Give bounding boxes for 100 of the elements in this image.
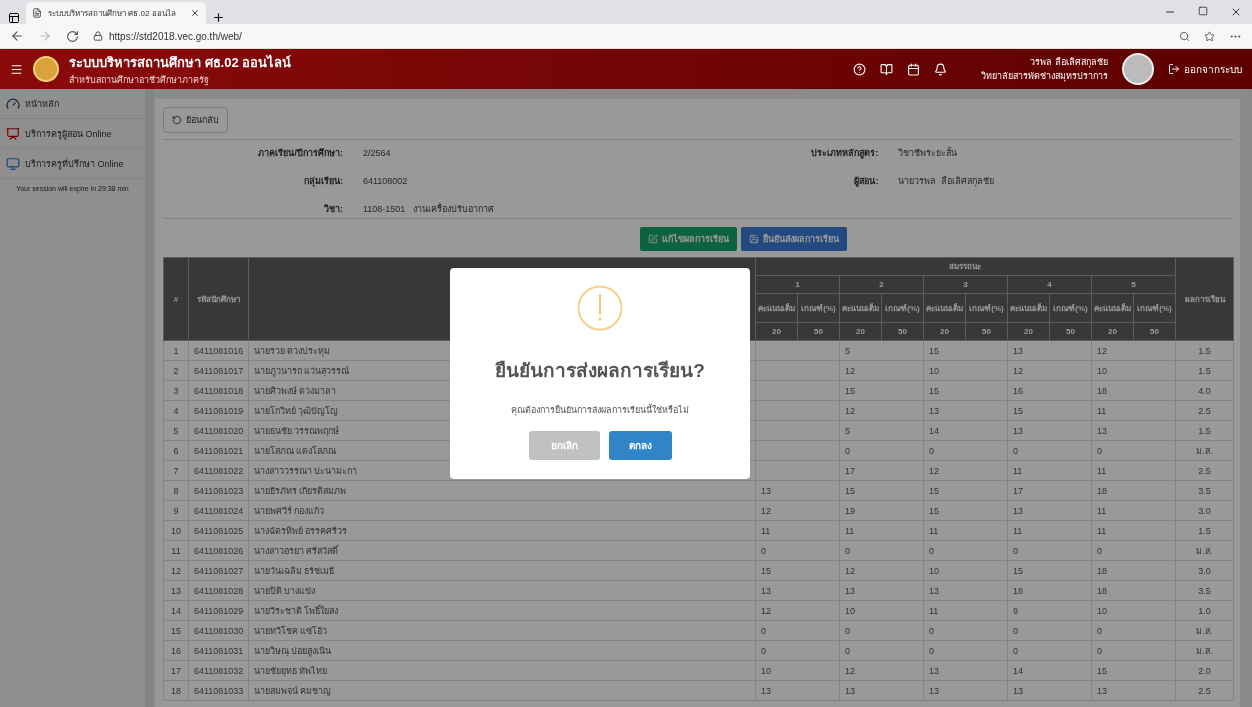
table-cell: นางฉัตรทิพย์ อรรคศรีวร (248, 520, 756, 541)
table-cell: 4.0 (1175, 380, 1234, 401)
table-cell: 13 (839, 580, 924, 601)
restore-icon[interactable] (1198, 6, 1208, 16)
table-cell: 0 (755, 620, 840, 641)
table-cell: 11 (1091, 400, 1176, 421)
table-cell: 6411081023 (188, 480, 249, 501)
table-cell: 18 (1091, 560, 1176, 581)
table-cell: 3 (163, 380, 189, 401)
table-cell: 15 (1007, 560, 1092, 581)
table-cell: 15 (923, 500, 1008, 521)
table-cell: 0 (1091, 440, 1176, 461)
warning-icon (577, 285, 623, 331)
field-value: วิชาชีพระยะสั้น (898, 146, 959, 160)
table-cell: 6411081021 (188, 440, 249, 461)
table-cell: 12 (755, 500, 840, 521)
calendar-icon[interactable] (907, 62, 920, 76)
table-cell: 0 (1007, 440, 1092, 461)
book-icon[interactable] (880, 62, 893, 76)
table-cell: 6411081025 (188, 520, 249, 541)
address-field[interactable]: https://std2018.vec.go.th/web/ (109, 30, 242, 42)
close-icon[interactable] (190, 8, 200, 18)
table-cell: 11 (839, 520, 924, 541)
sidebar-item[interactable]: หน้าหลัก (0, 89, 145, 119)
table-cell: 13 (839, 680, 924, 701)
field-label: ประเภทหลักสูตร: (810, 147, 880, 160)
table-cell: 18 (1091, 480, 1176, 501)
field-label: กลุ่มเรียน: (302, 175, 344, 188)
table-cell: 0 (755, 640, 840, 661)
page-icon (32, 8, 42, 18)
monitor-icon (6, 156, 20, 171)
menu-icon[interactable] (10, 62, 23, 76)
table-cell: 6411081022 (188, 460, 249, 481)
table-cell: 11 (1007, 460, 1092, 481)
table-cell: 6411081030 (188, 620, 249, 641)
table-cell: นางสาวอรยา ศรีสวัสดิ์ (248, 540, 756, 561)
table-cell: 12 (839, 560, 924, 581)
table-cell: 6411081020 (188, 420, 249, 441)
table-cell: 12 (923, 460, 1008, 481)
tab-actions-icon[interactable] (8, 12, 20, 24)
dialog-message: คุณต้องการยืนยันการส่งผลการเรียนนี้ใช่หรือไม่ (511, 403, 689, 417)
table-cell: 13 (163, 580, 189, 601)
table-cell: ม.ส. (1175, 640, 1234, 661)
logout-link[interactable]: ออกจากระบบ (1168, 61, 1242, 77)
table-cell: นายวิษณุ ปอยสูงเนิน (248, 640, 756, 661)
table-cell: นายทวีโชค แซ่โอ้ว (248, 620, 756, 641)
sidebar-label: บริการครูที่ปรึกษา Online (25, 157, 124, 171)
user-organization: วิทยาลัยสารพัดช่างสมุทรปราการ (981, 70, 1108, 83)
edit-icon (648, 234, 658, 244)
bell-icon[interactable] (934, 62, 947, 76)
field-value: 1108-1501 งานเครื่องปรับอากาศ (362, 202, 495, 216)
table-cell: 10 (755, 660, 840, 681)
table-cell: 0 (923, 540, 1008, 561)
table-cell: 1.5 (1175, 340, 1234, 361)
submit-button[interactable]: ยืนยันส่งผลการเรียน (741, 227, 847, 251)
sidebar-item[interactable]: บริการครูผู้สอน Online (0, 119, 145, 149)
table-cell: 15 (163, 620, 189, 641)
table-cell: ม.ส. (1175, 440, 1234, 461)
table-cell: 10 (923, 560, 1008, 581)
table-cell: 15 (755, 560, 840, 581)
table-cell: 6411081026 (188, 540, 249, 561)
confirm-button[interactable]: ตกลง (608, 431, 672, 460)
new-tab-icon[interactable] (212, 11, 225, 24)
save-icon (749, 234, 759, 244)
table-cell: 1.5 (1175, 420, 1234, 441)
logout-label: ออกจากระบบ (1184, 62, 1242, 77)
table-cell: 13 (1007, 500, 1092, 521)
table-cell: 13 (1091, 680, 1176, 701)
search-icon[interactable] (1179, 30, 1190, 42)
table-cell: 11 (1091, 500, 1176, 521)
table-cell: 13 (923, 680, 1008, 701)
table-cell: 18 (1091, 380, 1176, 401)
table-cell: 15 (1007, 400, 1092, 421)
table-cell: 2.5 (1175, 680, 1234, 701)
field-label: ภาคเรียน/ปีการศึกษา: (257, 147, 344, 160)
table-cell: 12 (839, 360, 924, 381)
table-cell: 1 (163, 340, 189, 361)
back-icon[interactable] (10, 29, 24, 43)
field-label: ผู้สอน: (853, 175, 880, 188)
table-cell: 10 (923, 360, 1008, 381)
table-cell: 6411081031 (188, 640, 249, 661)
back-button[interactable]: ย้อนกลับ (162, 107, 228, 133)
table-cell: นายชัยยุทธ ทัพไทย (248, 660, 756, 681)
table-cell: 13 (923, 580, 1008, 601)
table-cell: 11 (163, 540, 189, 561)
help-icon[interactable] (853, 62, 866, 76)
close-icon[interactable] (1230, 6, 1242, 18)
column-header: รหัสนักศึกษา (188, 257, 249, 341)
table-cell: 13 (923, 400, 1008, 421)
reload-icon[interactable] (66, 29, 79, 43)
favorite-icon[interactable] (1204, 30, 1215, 42)
table-cell: 11 (1091, 520, 1176, 541)
column-header: # (163, 257, 189, 341)
column-header: สมรรถนะ (755, 257, 1176, 276)
sidebar-item[interactable]: บริการครูที่ปรึกษา Online (0, 149, 145, 179)
undo-icon (171, 115, 182, 125)
table-cell: 3.5 (1175, 480, 1234, 501)
table-cell: 8 (163, 480, 189, 501)
table-cell: 6411081017 (188, 360, 249, 381)
browser-tab[interactable]: ระบบบริหารสถานศึกษา ศธ.02 ออนไล (26, 2, 206, 24)
